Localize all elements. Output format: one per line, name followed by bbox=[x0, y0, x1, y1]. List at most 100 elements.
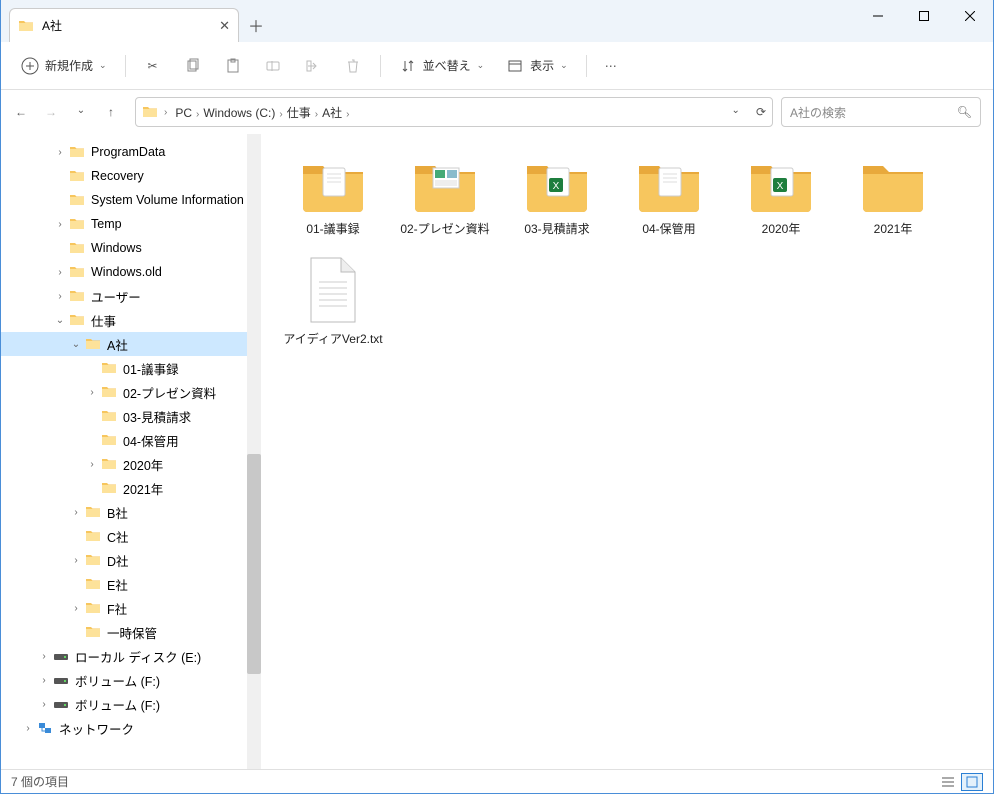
folder-item[interactable]: X2020年 bbox=[725, 152, 837, 262]
back-button[interactable]: ← bbox=[13, 105, 29, 119]
tree-item[interactable]: -Recovery bbox=[1, 164, 261, 188]
tree-label: B社 bbox=[107, 503, 128, 522]
folder-item[interactable]: X03-見積請求 bbox=[501, 152, 613, 262]
tree-label: D社 bbox=[107, 551, 129, 570]
rename-icon bbox=[264, 57, 282, 75]
breadcrumb-segment[interactable]: PC bbox=[173, 104, 194, 122]
drive-icon bbox=[53, 672, 69, 688]
view-button[interactable]: 表示 ⌄ bbox=[498, 51, 576, 81]
tree-item[interactable]: -03-見積請求 bbox=[1, 404, 261, 428]
chevron-down-icon[interactable]: ⌄ bbox=[53, 315, 67, 326]
tree-label: 03-見積請求 bbox=[123, 407, 191, 426]
chevron-right-icon[interactable]: › bbox=[69, 603, 83, 614]
new-button[interactable]: 新規作成 ⌄ bbox=[13, 51, 115, 81]
share-button[interactable] bbox=[296, 51, 330, 81]
address-bar[interactable]: › PC›Windows (C:)›仕事›A社› ⌄ ⟳ bbox=[135, 97, 773, 127]
tree-item[interactable]: -01-議事録 bbox=[1, 356, 261, 380]
tree-item[interactable]: ›ネットワーク bbox=[1, 716, 261, 740]
tree-item[interactable]: › ボリューム (F:) bbox=[1, 668, 261, 692]
tree-item[interactable]: ⌄仕事 bbox=[1, 308, 261, 332]
paste-button[interactable] bbox=[216, 51, 250, 81]
more-button[interactable]: ⋯ bbox=[597, 53, 625, 79]
tree-item[interactable]: › D社 bbox=[1, 548, 261, 572]
folder-icon bbox=[85, 504, 101, 520]
chevron-right-icon[interactable]: › bbox=[37, 651, 51, 662]
tree-item[interactable]: -E社 bbox=[1, 572, 261, 596]
window-tab[interactable]: A社 ✕ bbox=[9, 8, 239, 42]
tree-item[interactable]: -System Volume Information bbox=[1, 188, 261, 212]
file-item[interactable]: アイディアVer2.txt bbox=[277, 262, 389, 372]
tree-item[interactable]: -04-保管用 bbox=[1, 428, 261, 452]
nav-tree[interactable]: ›ProgramData-Recovery-System Volume Info… bbox=[1, 134, 261, 769]
search-input[interactable]: A社の検索 🔍︎ bbox=[781, 97, 981, 127]
recent-button[interactable]: ⌄ bbox=[73, 105, 89, 119]
tree-item[interactable]: -C社 bbox=[1, 524, 261, 548]
sort-button[interactable]: 並べ替え ⌄ bbox=[391, 51, 493, 81]
tree-item[interactable]: ›ローカル ディスク (E:) bbox=[1, 644, 261, 668]
chevron-right-icon[interactable]: › bbox=[277, 109, 284, 120]
chevron-down-icon[interactable]: ⌄ bbox=[69, 339, 83, 350]
scrollbar-thumb[interactable] bbox=[247, 454, 261, 674]
refresh-button[interactable]: ⟳ bbox=[756, 105, 766, 119]
tree-item[interactable]: › 02-プレゼン資料 bbox=[1, 380, 261, 404]
forward-button[interactable]: → bbox=[43, 105, 59, 119]
delete-button[interactable] bbox=[336, 51, 370, 81]
folder-item[interactable]: 2021年 bbox=[837, 152, 949, 262]
tree-item[interactable]: ›ボリューム (F:) bbox=[1, 692, 261, 716]
breadcrumb-segment[interactable]: 仕事 bbox=[285, 104, 313, 122]
maximize-button[interactable] bbox=[901, 0, 947, 32]
tree-label: 02-プレゼン資料 bbox=[123, 383, 216, 402]
chevron-right-icon[interactable]: › bbox=[69, 555, 83, 566]
chevron-right-icon[interactable]: › bbox=[53, 147, 67, 158]
copy-button[interactable] bbox=[176, 51, 210, 81]
folder-icon bbox=[85, 552, 101, 568]
scissors-icon: ✂ bbox=[144, 57, 162, 75]
tree-item[interactable]: ›Windows.old bbox=[1, 260, 261, 284]
minimize-button[interactable] bbox=[855, 0, 901, 32]
chevron-right-icon[interactable]: › bbox=[85, 459, 99, 470]
folder-item[interactable]: 01-議事録 bbox=[277, 152, 389, 262]
more-icon: ⋯ bbox=[605, 59, 617, 73]
breadcrumb-segment[interactable]: A社 bbox=[320, 104, 344, 122]
details-view-button[interactable] bbox=[937, 773, 959, 791]
chevron-right-icon[interactable]: › bbox=[53, 267, 67, 278]
chevron-right-icon[interactable]: › bbox=[313, 109, 320, 120]
new-tab-button[interactable]: ＋ bbox=[239, 8, 273, 42]
tree-label: A社 bbox=[107, 335, 128, 354]
folder-item[interactable]: 04-保管用 bbox=[613, 152, 725, 262]
chevron-right-icon[interactable]: › bbox=[162, 107, 169, 118]
tree-item[interactable]: ⌄ A社 bbox=[1, 332, 261, 356]
breadcrumb-segment[interactable]: Windows (C:) bbox=[201, 104, 277, 122]
up-button[interactable]: ↑ bbox=[103, 105, 119, 119]
chevron-right-icon[interactable]: › bbox=[37, 699, 51, 710]
tree-item[interactable]: ›ProgramData bbox=[1, 140, 261, 164]
chevron-right-icon[interactable]: › bbox=[53, 219, 67, 230]
tree-label: ボリューム (F:) bbox=[75, 671, 160, 690]
folder-item[interactable]: 02-プレゼン資料 bbox=[389, 152, 501, 262]
tree-item[interactable]: ›2020年 bbox=[1, 452, 261, 476]
tree-item[interactable]: -一時保管 bbox=[1, 620, 261, 644]
cut-button[interactable]: ✂ bbox=[136, 51, 170, 81]
tree-item[interactable]: ›F社 bbox=[1, 596, 261, 620]
chevron-right-icon[interactable]: › bbox=[69, 507, 83, 518]
tree-item[interactable]: › B社 bbox=[1, 500, 261, 524]
chevron-right-icon[interactable]: › bbox=[85, 387, 99, 398]
close-tab-icon[interactable]: ✕ bbox=[219, 18, 230, 34]
folder-icon bbox=[297, 156, 369, 214]
close-window-button[interactable] bbox=[947, 0, 993, 32]
separator bbox=[125, 55, 126, 77]
chevron-down-icon[interactable]: ⌄ bbox=[732, 105, 740, 119]
chevron-right-icon[interactable]: › bbox=[37, 675, 51, 686]
tree-item[interactable]: -Windows bbox=[1, 236, 261, 260]
file-grid[interactable]: 01-議事録02-プレゼン資料X03-見積請求04-保管用X2020年2021年… bbox=[261, 134, 993, 769]
icons-view-button[interactable] bbox=[961, 773, 983, 791]
tree-item[interactable]: ›ユーザー bbox=[1, 284, 261, 308]
chevron-right-icon[interactable]: › bbox=[344, 109, 351, 120]
rename-button[interactable] bbox=[256, 51, 290, 81]
chevron-right-icon[interactable]: › bbox=[21, 723, 35, 734]
folder-icon bbox=[142, 104, 158, 120]
chevron-right-icon[interactable]: › bbox=[53, 291, 67, 302]
tree-item[interactable]: -2021年 bbox=[1, 476, 261, 500]
folder-icon bbox=[85, 336, 101, 352]
tree-item[interactable]: ›Temp bbox=[1, 212, 261, 236]
